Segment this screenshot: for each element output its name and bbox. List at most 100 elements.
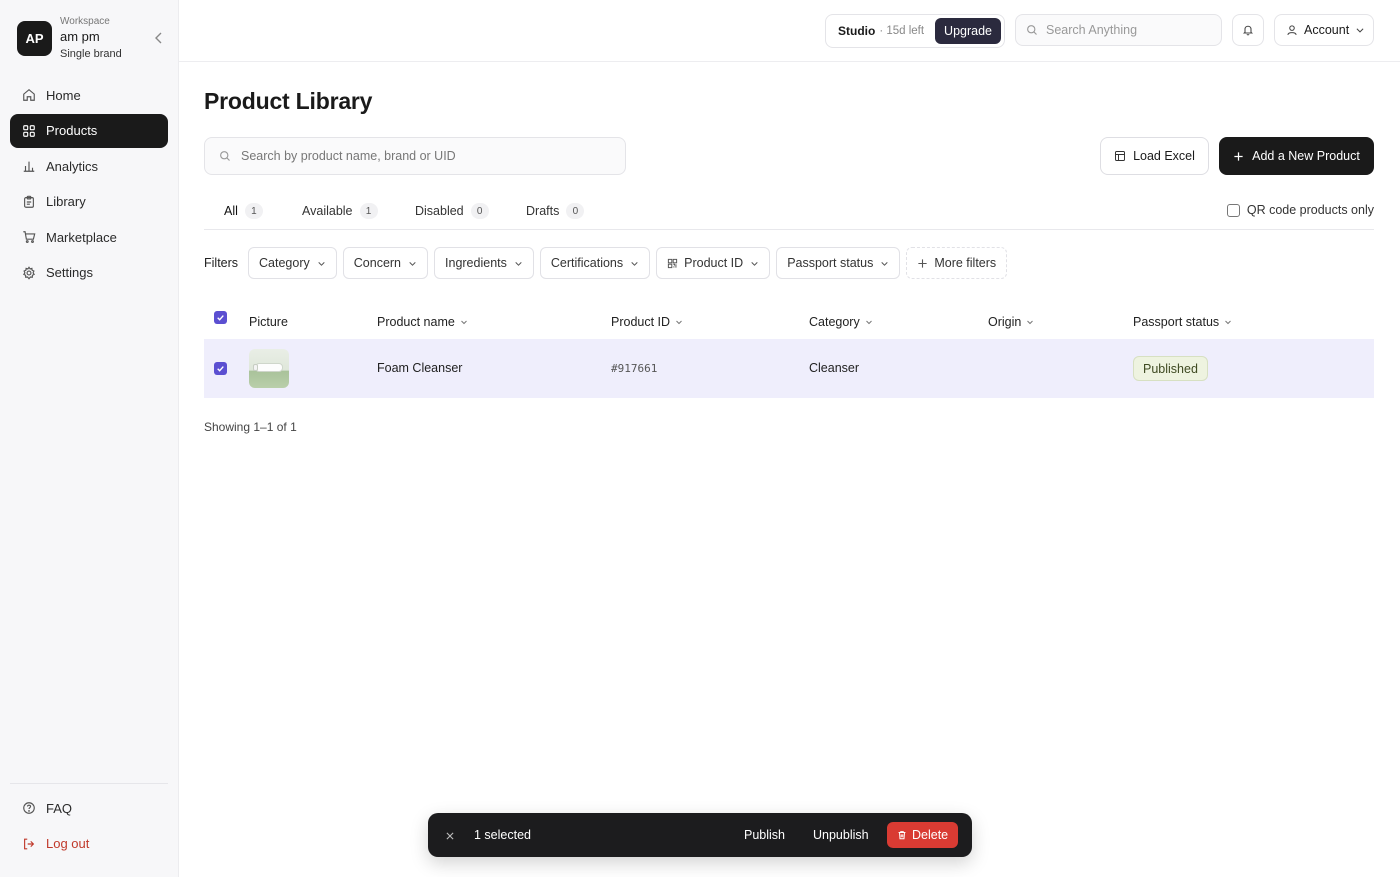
sort-icon [1225,320,1232,325]
workspace-avatar: AP [17,21,52,56]
chevron-down-icon [409,261,416,266]
sidebar-item-label: Settings [46,265,93,280]
chevron-down-icon [881,261,889,266]
column-product-id[interactable]: Product ID [611,315,683,329]
table-icon [1115,151,1126,161]
publish-button[interactable]: Publish [744,828,785,842]
filter-chip-label: Passport status [787,256,874,270]
filter-product-id[interactable]: Product ID [656,247,771,279]
more-filters-button[interactable]: More filters [906,247,1008,279]
logout-button[interactable]: Log out [10,827,168,861]
sidebar-item-library[interactable]: Library [10,185,168,219]
tab-drafts[interactable]: Drafts 0 [526,203,585,219]
column-category[interactable]: Category [809,315,873,329]
filter-passport-status[interactable]: Passport status [776,247,901,279]
clear-selection-button[interactable] [445,828,459,842]
tab-disabled[interactable]: Disabled 0 [415,203,489,219]
sidebar-item-marketplace[interactable]: Marketplace [10,220,168,254]
category-cell: Cleanser [809,361,860,375]
column-picture: Picture [249,315,288,329]
qr-only-toggle[interactable]: QR code products only [1226,203,1374,217]
product-search[interactable] [204,137,626,175]
workspace-brand-type: Single brand [60,48,122,60]
sidebar-item-faq[interactable]: FAQ [10,791,168,825]
sidebar-item-home[interactable]: Home [10,78,168,112]
topbar: Studio · 15d left Upgrade Account [179,0,1400,62]
column-label: Product ID [611,315,671,329]
sidebar-bottom-nav: FAQ Log out [10,791,168,862]
search-icon [1027,25,1037,35]
column-origin[interactable]: Origin [988,315,1034,329]
bar-chart-icon [23,161,35,172]
tab-label: Drafts [526,204,560,218]
delete-label: Delete [912,828,949,842]
table-row[interactable]: Foam Cleanser #917661 Cleanser Published [204,339,1374,398]
column-label: Passport status [1133,315,1220,329]
column-passport-status[interactable]: Passport status [1133,315,1232,329]
qr-code-icon [668,258,678,268]
plus-icon [918,258,927,268]
sidebar-item-label: Products [46,123,98,138]
grid-icon [23,124,35,137]
sidebar-item-settings[interactable]: Settings [10,256,168,290]
global-search-input[interactable] [1046,23,1206,37]
bell-icon [1242,25,1254,36]
column-label: Category [809,315,860,329]
column-product-name[interactable]: Product name [377,315,468,329]
bulk-action-bar: 1 selected Publish Unpublish Delete [428,813,972,857]
more-filters-label: More filters [934,256,997,270]
product-id-cell: #917661 [611,362,658,375]
workspace-switcher[interactable]: AP Workspace am pm Single brand [17,14,167,66]
filter-ingredients[interactable]: Ingredients [434,247,534,279]
user-icon [1287,25,1297,36]
filter-category[interactable]: Category [248,247,337,279]
column-label: Origin [988,315,1022,329]
sort-icon [1027,320,1034,325]
sidebar-nav: Home Products Analytics Library Marketpl… [10,78,168,291]
plus-icon [1234,151,1243,161]
tab-label: Available [302,204,353,218]
filter-certifications[interactable]: Certifications [539,247,651,279]
tab-all[interactable]: All 1 [224,203,263,219]
sidebar-item-label: Home [46,87,81,103]
global-search[interactable] [1015,14,1222,46]
chevron-down-icon [1356,28,1364,33]
plan-pill: Studio · 15d left Upgrade [825,14,1005,48]
row-checkbox[interactable] [214,362,227,375]
status-badge: Published [1133,356,1208,381]
account-menu-button[interactable]: Account [1274,14,1374,46]
plan-name: Studio [838,24,876,38]
delete-button[interactable]: Delete [887,822,959,848]
workspace-name: am pm [60,29,100,44]
sort-icon [460,320,467,325]
tab-count: 0 [566,203,585,219]
sort-icon [676,320,682,325]
pagination-summary: Showing 1–1 of 1 [204,420,297,434]
add-product-button[interactable]: Add a New Product [1219,137,1374,175]
collapse-sidebar-button[interactable] [151,30,167,46]
tab-available[interactable]: Available 1 [302,203,378,219]
sidebar-item-label: Log out [46,836,90,851]
notifications-button[interactable] [1232,14,1264,46]
filter-chip-label: Ingredients [445,256,507,270]
workspace-label: Workspace [60,16,110,27]
search-icon [220,151,230,161]
sidebar-item-products[interactable]: Products [10,113,168,148]
product-name-cell[interactable]: Foam Cleanser [377,361,462,375]
trash-icon [898,831,906,840]
filter-concern[interactable]: Concern [342,247,429,279]
tab-count: 1 [359,203,378,219]
filter-bar: Filters Category Concern Ingredients Cer… [204,247,1013,279]
product-image-cap [253,364,258,371]
product-search-input[interactable] [241,149,601,163]
chevron-down-icon [631,261,638,266]
upgrade-button[interactable]: Upgrade [935,18,1001,44]
filters-label: Filters [204,256,239,270]
unpublish-button[interactable]: Unpublish [813,828,869,842]
qr-only-checkbox[interactable] [1226,203,1240,217]
select-all-checkbox[interactable] [214,311,227,324]
sidebar-item-analytics[interactable]: Analytics [10,149,168,183]
qr-only-label: QR code products only [1246,203,1374,217]
load-excel-button[interactable]: Load Excel [1100,137,1209,175]
sidebar: AP Workspace am pm Single brand Home Pro… [0,0,179,877]
